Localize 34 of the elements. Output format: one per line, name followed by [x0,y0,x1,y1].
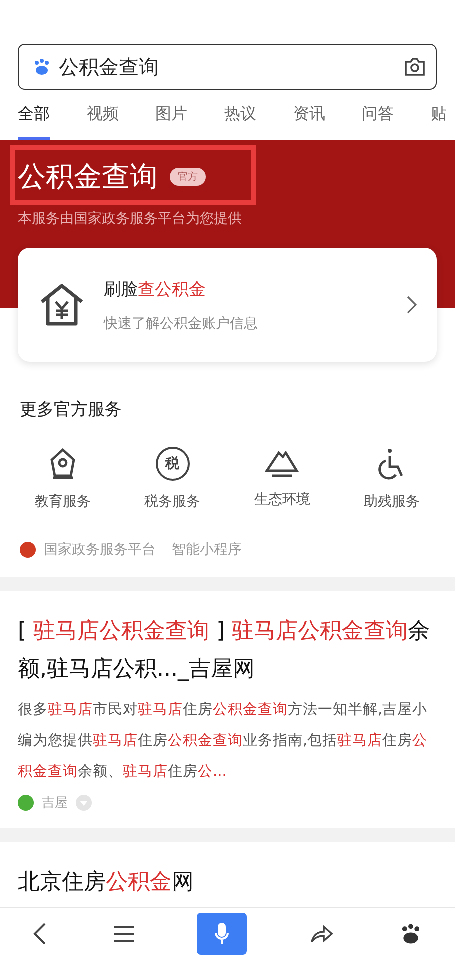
result-source: 吉屋 [42,795,68,812]
service-link[interactable]: 税务服务 [144,493,201,511]
platform-type: 智能小程序 [172,541,242,559]
search-tab[interactable]: 资讯 [293,104,326,140]
search-query: 公积金查询 [59,54,160,80]
service-link[interactable]: 助残服务 [364,493,420,511]
camera-icon[interactable] [404,57,426,77]
search-field[interactable]: 公积金查询 [18,44,437,90]
feature-card[interactable]: 刷脸查公积金 快速了解公积金账户信息 [18,248,437,362]
header-subtitle: 本服务由国家政务服务平台为您提供 [18,210,243,228]
result-title[interactable]: [ 驻马店公积金查询 ] 驻马店公积金查询余额,驻马店公积..._吉屋网 [18,613,437,689]
tax-icon: 税 [156,447,190,481]
service-link[interactable]: 教育服务 [34,493,91,511]
microphone-icon [215,922,230,946]
search-tab[interactable]: 视频 [86,104,119,140]
search-tab[interactable]: 问答 [362,104,394,140]
platform-name: 国家政务服务平台 [44,541,156,559]
platform-logo-icon [20,542,36,558]
paw-icon [33,58,51,76]
search-tab[interactable]: 图片 [156,104,188,140]
source-logo-icon [18,795,34,811]
voice-search-button[interactable] [197,913,248,955]
chevron-right-icon [407,296,417,314]
search-tab[interactable]: 贴 [430,104,447,140]
header-title: 公积金查询 [18,159,158,195]
search-tab[interactable]: 热议 [224,104,256,140]
house-yen-icon [38,282,86,328]
service-link[interactable]: 生态环境 [254,491,310,509]
result-snippet: 很多驻马店市民对驻马店住房公积金查询方法一知半解,吉屋小编为您提供驻马店住房公积金查询业务指南,包括驻马店住房公积金查询余额、驻马店住房公... [18,700,429,782]
card-title: 刷脸查公积金 [104,278,207,300]
official-badge: 官方 [170,168,206,186]
card-description: 快速了解公积金账户信息 [104,314,259,332]
section-title: 更多官方服务 [19,399,123,421]
result-title[interactable]: 北京住房公积金网 [18,864,437,902]
